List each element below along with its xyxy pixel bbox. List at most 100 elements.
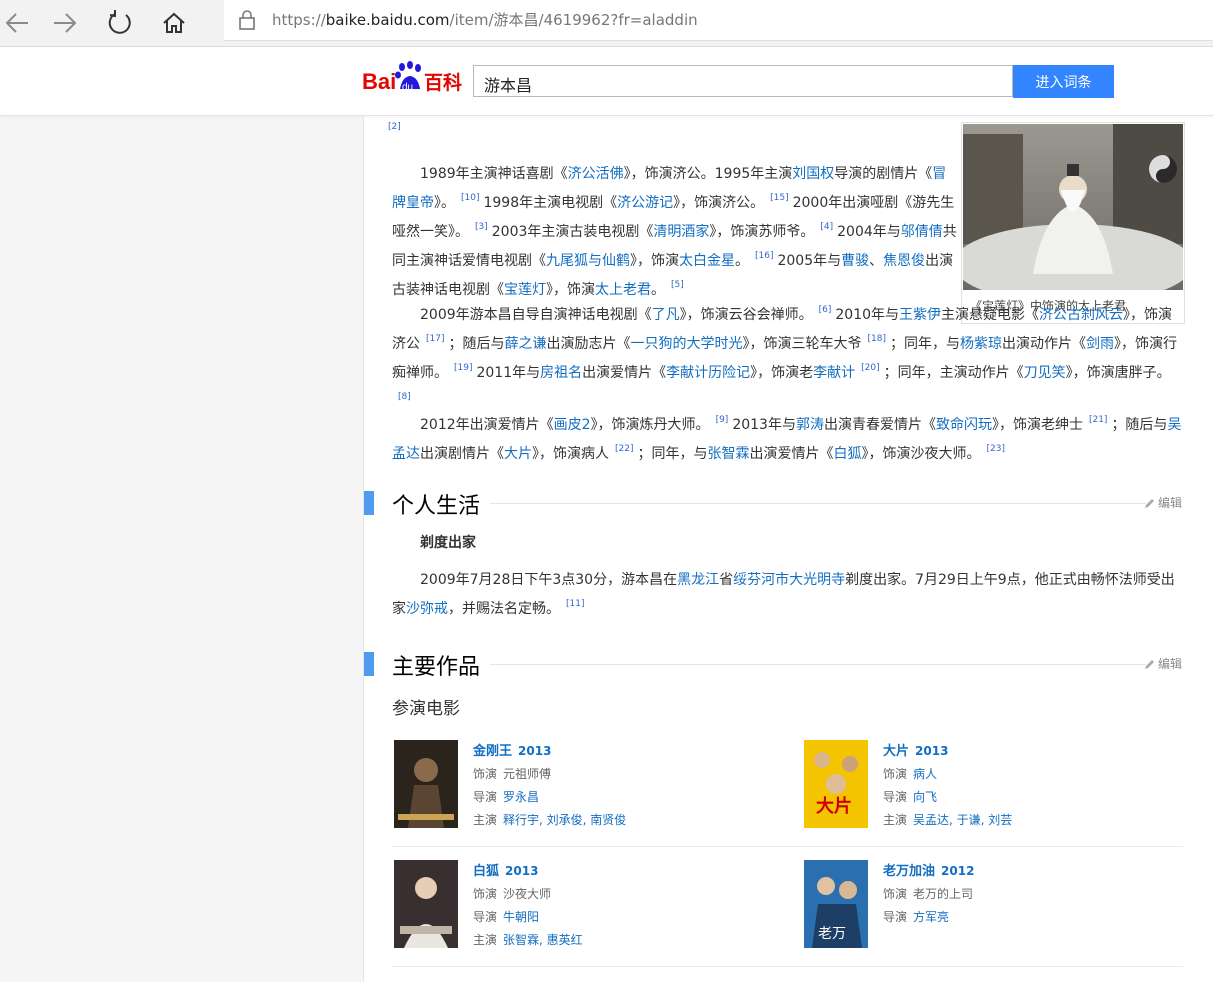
link-jiuweihu[interactable]: 九尾狐与仙鹤 [546, 253, 630, 269]
reference[interactable]: [20] [861, 363, 879, 373]
career-paragraph-3: 2012年出演爱情片《画皮2》，饰演炼丹大师。 [9] 2013年与郭涛出演青春爱情… [392, 415, 1182, 462]
film-cast[interactable]: 释行宇, 刘承俊, 南贤俊 [503, 813, 626, 827]
reference[interactable]: [19] [454, 363, 472, 373]
link-zhang-zhilin[interactable]: 张智霖 [707, 446, 749, 462]
link-liu-guoquan[interactable]: 刘国权 [792, 166, 834, 182]
link-jigong-huofo[interactable]: 济公活佛 [568, 166, 624, 182]
article-content: [2] 《宝莲灯》中饰演的太上老君 1989年主演神话喜剧《济公活佛》，饰演济公… [364, 116, 1213, 982]
link-wang-ziyi[interactable]: 王紫伊 [899, 307, 941, 323]
forward-arrow-icon[interactable] [48, 6, 82, 40]
reference[interactable]: [21] [1089, 415, 1107, 425]
reference[interactable]: [16] [755, 251, 773, 261]
reference[interactable]: [4] [820, 222, 833, 232]
section-bar-works [364, 652, 374, 676]
link-jigong-youji[interactable]: 济公游记 [617, 195, 673, 211]
edit-works-button[interactable]: 编辑 [1144, 655, 1182, 672]
link-dapian[interactable]: 大片 [504, 446, 532, 462]
link-guo-tao[interactable]: 郭涛 [796, 417, 824, 433]
film-year: 2013 [505, 864, 539, 878]
reference[interactable]: [8] [398, 392, 411, 402]
reference[interactable]: [17] [426, 334, 444, 344]
film-poster[interactable] [394, 740, 458, 828]
film-card[interactable]: 金刚王 2013 饰演 元祖师傅 导演 罗永昌 主演 释行宇, 刘承俊, 南贤俊 [394, 740, 774, 840]
link-yizhigou[interactable]: 一只狗的大学时光 [630, 336, 742, 352]
link-lixianji-lixianji[interactable]: 李献计历险记 [666, 365, 750, 381]
reference-2[interactable]: [2] [388, 122, 401, 132]
refresh-icon[interactable] [103, 6, 137, 40]
link-wu-qianqian[interactable]: 邬倩倩 [901, 224, 943, 240]
film-info: 老万加油 2012 饰演 老万的上司 导演 方军亮 [883, 864, 975, 924]
reference[interactable]: [6] [819, 305, 832, 315]
back-arrow-icon[interactable] [0, 6, 34, 40]
search-input[interactable]: 游本昌 [473, 65, 1013, 97]
film-director[interactable]: 罗永昌 [503, 790, 539, 804]
film-cast[interactable]: 吴孟达, 于谦, 刘芸 [913, 813, 1012, 827]
link-shamijie[interactable]: 沙弥戒 [406, 601, 448, 617]
link-baoliandeng[interactable]: 宝莲灯 [504, 282, 546, 298]
reference[interactable]: [3] [475, 222, 488, 232]
reference[interactable]: [5] [671, 280, 684, 290]
film-role: 元祖师傅 [503, 767, 552, 781]
reference[interactable]: [11] [566, 599, 584, 609]
link-taibai-jinxing[interactable]: 太白金星 [679, 253, 735, 269]
reference[interactable]: [22] [615, 444, 633, 454]
film-title[interactable]: 白狐 [473, 864, 499, 879]
film-title[interactable]: 大片 [883, 744, 909, 759]
film-poster[interactable]: 老万 [804, 860, 868, 948]
home-icon[interactable] [157, 6, 191, 40]
link-heilongjiang[interactable]: 黑龙江 [677, 572, 719, 588]
figure-baolian-lamp[interactable]: 《宝莲灯》中饰演的太上老君 [961, 122, 1185, 324]
link-lixianji[interactable]: 李献计 [813, 365, 855, 381]
reference[interactable]: [18] [867, 334, 885, 344]
film-year: 2013 [518, 744, 552, 758]
edit-life-button[interactable]: 编辑 [1144, 494, 1182, 511]
link-jianyu[interactable]: 剑雨 [1086, 336, 1114, 352]
cut-off-text [392, 116, 952, 122]
baidu-baike-logo[interactable]: Bai du 百科 [362, 59, 466, 99]
reference[interactable]: [23] [986, 444, 1004, 454]
film-title[interactable]: 老万加油 [883, 864, 935, 879]
film-director[interactable]: 向飞 [913, 790, 937, 804]
link-huapi2[interactable]: 画皮2 [554, 417, 591, 433]
film-card[interactable]: 大片 大片 2013 饰演 病人 导演 向飞 主演 吴孟达, 于谦, 刘芸 [804, 740, 1184, 840]
film-row-divider [392, 846, 1183, 847]
film-director[interactable]: 牛朝阳 [503, 910, 539, 924]
film-role[interactable]: 病人 [913, 767, 937, 781]
enter-entry-button[interactable]: 进入词条 [1013, 65, 1114, 98]
lock-icon [238, 9, 256, 35]
link-zhiming-shanwan[interactable]: 致命闪玩 [936, 417, 992, 433]
link-qingming-jiujia[interactable]: 清明酒家 [653, 224, 709, 240]
film-year: 2012 [941, 864, 975, 878]
taishang-laojun-photo [963, 124, 1183, 290]
film-poster[interactable]: 大片 [804, 740, 868, 828]
link-yang-ziqiong[interactable]: 杨紫琼 [960, 336, 1002, 352]
link-suifenhe-temple[interactable]: 绥芬河市大光明寺 [733, 572, 845, 588]
link-cao-jun[interactable]: 曹骏 [841, 253, 869, 269]
section-title-life: 个人生活 [392, 494, 481, 519]
film-info: 大片 2013 饰演 病人 导演 向飞 主演 吴孟达, 于谦, 刘芸 [883, 744, 1013, 827]
link-taishang-laojun[interactable]: 太上老君 [595, 282, 651, 298]
baike-header: Bai du 百科 游本昌 进入词条 [0, 47, 1213, 116]
link-fang-zuming[interactable]: 房祖名 [540, 365, 582, 381]
link-jiao-enjun[interactable]: 焦恩俊 [883, 253, 925, 269]
film-title[interactable]: 金刚王 [473, 744, 512, 759]
section-title-works: 主要作品 [392, 655, 481, 680]
film-cast[interactable]: 张智霖, 惠英红 [503, 933, 583, 947]
subhead-tidu: 剃度出家 [420, 535, 476, 551]
film-poster[interactable] [394, 860, 458, 948]
link-baihu[interactable]: 白狐 [833, 446, 861, 462]
career-paragraph-2: 2009年游本昌自导自演神话电视剧《了凡》，饰演云谷会禅师。 [6] 2010年与王… [392, 305, 1177, 402]
svg-text:老万: 老万 [818, 926, 846, 942]
reference[interactable]: [10] [461, 193, 479, 203]
film-card[interactable]: 白狐 2013 饰演 沙夜大师 导演 牛朝阳 主演 张智霖, 惠英红 [394, 860, 774, 960]
section-divider [490, 503, 1146, 504]
reference[interactable]: [9] [716, 415, 729, 425]
film-director[interactable]: 方军亮 [913, 910, 949, 924]
link-xue-zhiqian[interactable]: 薛之谦 [504, 336, 546, 352]
address-bar[interactable]: https://baike.baidu.com/item/游本昌/4619962… [224, 0, 1213, 41]
link-jigong-gucha[interactable]: 济公古刹风云 [1039, 307, 1123, 323]
film-card[interactable]: 老万 老万加油 2012 饰演 老万的上司 导演 方军亮 [804, 860, 1184, 960]
link-daojianxiao[interactable]: 刀见笑 [1024, 365, 1066, 381]
link-liaofan[interactable]: 了凡 [652, 307, 680, 323]
reference[interactable]: [15] [770, 193, 788, 203]
